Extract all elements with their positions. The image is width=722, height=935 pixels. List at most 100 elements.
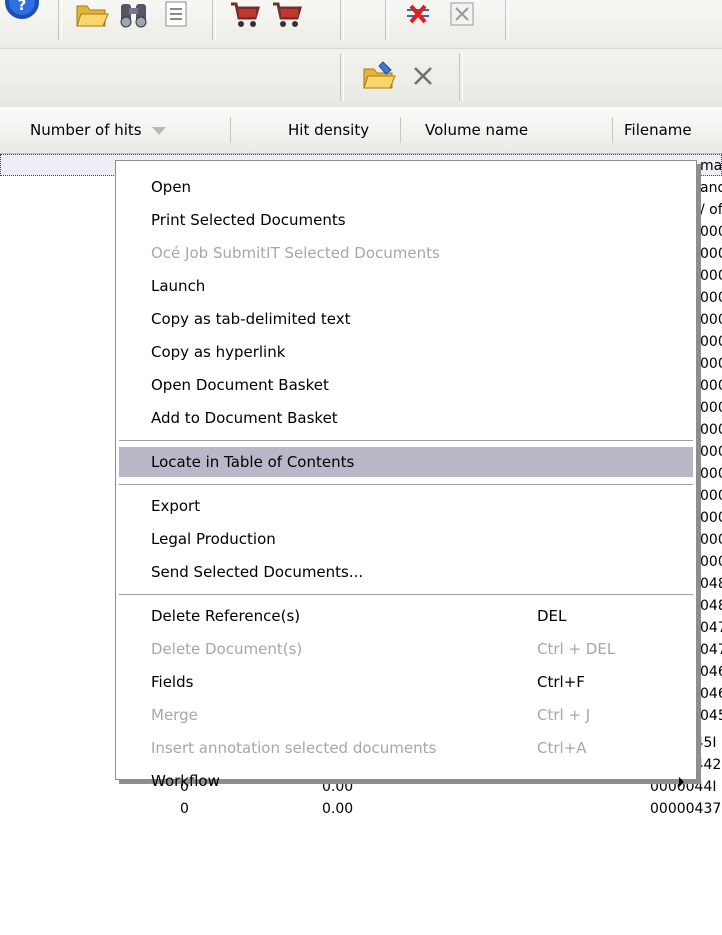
help-button[interactable]: ? [4, 0, 44, 22]
menu-separator [119, 440, 693, 442]
menu-item-label: Copy as hyperlink [151, 343, 286, 361]
find-button[interactable] [116, 0, 152, 30]
menu-item-label: Send Selected Documents... [151, 563, 364, 581]
menu-item-open[interactable]: Open [119, 172, 693, 202]
density-cell[interactable]: 0.00 [322, 798, 382, 820]
filename-cell[interactable]: 0000 [700, 419, 722, 441]
cart-add-icon [273, 2, 303, 27]
menu-separator [119, 484, 693, 486]
menu-item-open-document-basket[interactable]: Open Document Basket [119, 370, 693, 400]
filename-cell[interactable]: 0000 [700, 331, 722, 353]
filename-cell[interactable]: 0000 [700, 507, 722, 529]
column-hits[interactable]: Number of hits [30, 107, 166, 153]
menu-item-launch[interactable]: Launch [119, 271, 693, 301]
list-view-icon [165, 1, 187, 27]
filename-cell[interactable]: 047I [700, 617, 722, 639]
clear-icon [450, 2, 474, 26]
filename-cell[interactable]: and [700, 177, 722, 199]
filename-cell[interactable]: 0000 [700, 309, 722, 331]
menu-item-label: Legal Production [151, 530, 276, 548]
column-filename[interactable]: Filename [624, 107, 692, 153]
filename-cell[interactable]: 0000 [700, 221, 722, 243]
submenu-arrow-icon [679, 777, 684, 787]
filename-cell[interactable]: 0000 [700, 243, 722, 265]
menu-item-insert-annotation-selected-documents[interactable]: Insert annotation selected documents Ctrl… [119, 733, 693, 763]
filename-cell[interactable]: 0000 [700, 287, 722, 309]
filename-cell[interactable]: 0000 [700, 265, 722, 287]
menu-item-merge[interactable]: Merge Ctrl + J [119, 700, 693, 730]
menu-item-add-to-document-basket[interactable]: Add to Document Basket [119, 403, 693, 433]
menu-item-copy-as-hyperlink[interactable]: Copy as hyperlink [119, 337, 693, 367]
clear-button[interactable] [444, 0, 480, 30]
column-hits-label: Number of hits [30, 121, 142, 139]
hits-cell[interactable]: 0 [180, 798, 200, 820]
filename-cell[interactable]: 0000 [700, 551, 722, 573]
filename-cell[interactable]: 0000 [700, 353, 722, 375]
filename-cell[interactable]: 048I [700, 595, 722, 617]
filename-cell[interactable]: 0000 [700, 485, 722, 507]
filename-cell[interactable]: 0000 [700, 529, 722, 551]
list-button[interactable] [158, 0, 194, 30]
menu-item-label: Locate in Table of Contents [151, 453, 355, 471]
menu-item-workflow[interactable]: Workflow [119, 766, 693, 796]
menu-item-label: Insert annotation selected documents [151, 739, 437, 757]
menu-item-legal-production[interactable]: Legal Production [119, 524, 693, 554]
menu-item-print-selected-documents[interactable]: Print Selected Documents [119, 205, 693, 235]
filename-cell[interactable]: 0000 [700, 463, 722, 485]
filename-cell[interactable]: 0000 [700, 397, 722, 419]
column-volume[interactable]: Volume name [425, 107, 528, 153]
binoculars-icon [120, 4, 147, 28]
filename-cell[interactable]: 046X [700, 661, 722, 683]
menu-item-shortcut: Ctrl + J [537, 706, 591, 724]
filename-cell[interactable]: / of E [700, 199, 722, 221]
remove-tag-button[interactable] [400, 0, 436, 30]
menu-item-label: Open Document Basket [151, 376, 329, 394]
open-button[interactable] [74, 0, 110, 30]
menu-item-label: Copy as tab-delimited text [151, 310, 351, 328]
basket-button[interactable] [226, 0, 262, 30]
filename-cell[interactable]: 0000 [700, 441, 722, 463]
menu-item-label: Print Selected Documents [151, 211, 346, 229]
tag-delete-icon [407, 4, 429, 24]
menu-item-locate-in-table-of-contents[interactable]: Locate in Table of Contents [119, 447, 693, 477]
cart-icon [231, 2, 261, 27]
filename-cell[interactable]: 047I [700, 639, 722, 661]
close-x-icon [414, 67, 432, 85]
menu-item-fields[interactable]: Fields Ctrl+F [119, 667, 693, 697]
filename-cell[interactable]: 0000 [700, 375, 722, 397]
menu-item-shortcut: Ctrl + DEL [537, 640, 616, 658]
svg-text:?: ? [18, 0, 27, 14]
menu-item-delete-document-s[interactable]: Delete Document(s) Ctrl + DEL [119, 634, 693, 664]
filename-cell[interactable]: 045I [700, 705, 722, 727]
menu-item-label: Océ Job SubmitIT Selected Documents [151, 244, 440, 262]
column-density[interactable]: Hit density [288, 107, 369, 153]
menu-item-delete-reference-s[interactable]: Delete Reference(s) DEL [119, 601, 693, 631]
sort-descending-icon [151, 126, 166, 135]
menu-item-label: Export [151, 497, 201, 515]
results-column-header: Number of hits Hit density Volume name F… [0, 107, 722, 154]
menu-item-label: Delete Document(s) [151, 640, 303, 658]
context-menu: Open Print Selected Documents Océ Job Subm… [115, 160, 697, 790]
close-button[interactable] [404, 59, 442, 93]
menu-item-send-selected-documents[interactable]: Send Selected Documents... [119, 557, 693, 587]
menu-item-shortcut: Ctrl+A [537, 739, 587, 757]
help-icon: ? [5, 0, 39, 19]
menu-item-label: Launch [151, 277, 206, 295]
menu-item-export[interactable]: Export [119, 491, 693, 521]
add-basket-button[interactable] [268, 0, 304, 30]
menu-item-copy-as-tab-delimited-text[interactable]: Copy as tab-delimited text [119, 304, 693, 334]
open-folder-icon [76, 5, 109, 27]
filename-cell[interactable]: 048Y [700, 573, 722, 595]
folder-edit-icon [363, 61, 396, 89]
edit-folder-button[interactable] [360, 59, 398, 93]
menu-item-label: Open [151, 178, 192, 196]
filename-cell[interactable]: mage [700, 155, 722, 177]
filename-cell[interactable]: 00000437 [650, 798, 722, 820]
menu-item-label: Delete Reference(s) [151, 607, 301, 625]
filename-cell[interactable]: 046J [700, 683, 722, 705]
menu-item-oc-job-submitit-selected-documents[interactable]: Océ Job SubmitIT Selected Documents [119, 238, 693, 268]
menu-item-label: Fields [151, 673, 194, 691]
menu-separator [119, 594, 693, 596]
secondary-toolbar [0, 48, 722, 108]
menu-item-label: Merge [151, 706, 198, 724]
